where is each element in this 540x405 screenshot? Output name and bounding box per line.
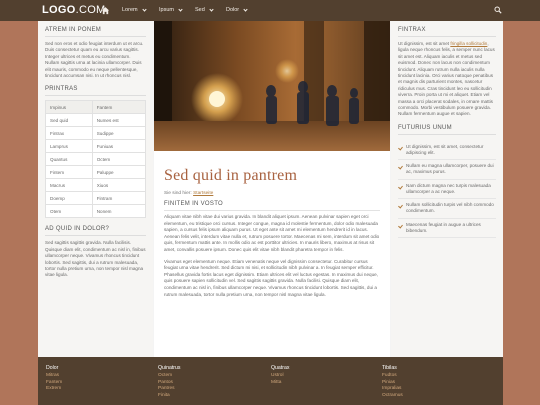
fringilla-link[interactable]: fringilla sollicitudin: [450, 41, 487, 46]
chevron-down-icon: [209, 6, 214, 12]
chevron-down-icon: [141, 6, 147, 12]
footer-link[interactable]: Octramus: [382, 393, 482, 400]
footer-link[interactable]: Fudtos: [382, 373, 482, 380]
table-cell: Fintrax: [45, 126, 93, 141]
table-row: Impinus Fantem: [45, 100, 147, 115]
footer-column: Quinatrus Octem Pantos Pantres Finita: [158, 365, 258, 399]
left-section-title-3: Ad quid in dolor?: [45, 226, 146, 237]
table-cell: Macrus: [45, 178, 93, 193]
hero-image: [154, 21, 390, 151]
breadcrumb: Sie sind hier: Startseite: [164, 191, 380, 196]
right-text-rest: , ligula neque rhoncus felis, a semper n…: [398, 41, 495, 117]
table-cell: Impinus: [45, 100, 93, 115]
footer: Dolor Mitras Fantem Extrem Quinatrus Oct…: [38, 357, 503, 405]
footer-heading: Dolor: [46, 365, 59, 371]
left-sidebar: Atrem in ponem Sed non eros et odio feug…: [38, 21, 153, 357]
breadcrumb-link-home[interactable]: Startseite: [193, 191, 213, 196]
table-cell: Quantus: [45, 152, 93, 167]
list-item: Nullam eu magna ullamcorper, posuere dui…: [398, 160, 496, 180]
footer-column: Dolor Mitras Fantem Extrem: [46, 365, 146, 393]
site-logo[interactable]: LOGO.COM: [42, 4, 106, 16]
list-item: Nullam sollicitudin turpis vel nibh comm…: [398, 199, 496, 219]
feature-list: Ut dignissim, est sit amet, consectetur …: [398, 139, 496, 238]
table-cell: Fantem: [91, 100, 147, 115]
nav-label: Lorem: [122, 7, 138, 13]
footer-heading: Quinatrus: [158, 365, 181, 371]
table-row: Sed quid Numes est: [45, 113, 147, 128]
table-cell: Paluppe: [91, 165, 147, 180]
nav-label: Dolor: [226, 7, 240, 13]
footer-link[interactable]: Octem: [158, 373, 258, 380]
right-section-title-2: Futurius unum: [398, 125, 496, 135]
table-cell: Funiuas: [91, 139, 147, 154]
content-paragraph-2: Vivamus eget elementum neque. Etiam vene…: [164, 258, 378, 297]
right-sidebar: Fintrax Ut dignissim, est sit amet fring…: [391, 21, 503, 357]
table-row: Macrus Xiuos: [45, 178, 147, 193]
left-section-text-1: Sed non eros et odio feugiat interdum ut…: [45, 41, 144, 79]
table-cell: Octem: [91, 152, 147, 167]
nav-item-sed[interactable]: Sed: [195, 6, 214, 13]
nav-label: Sed: [195, 7, 205, 13]
footer-column: Quatrax Ustrol Mitta: [271, 365, 371, 386]
right-text-start: Ut dignissim, est sit amet: [398, 41, 450, 46]
table-cell: Numes est: [91, 113, 147, 128]
table-row: Lamprus Funiuas: [45, 139, 147, 154]
table-row: Doemp Fintram: [45, 191, 147, 206]
footer-link[interactable]: Pantres: [158, 386, 258, 393]
table-cell: Lamprus: [45, 139, 93, 154]
right-section-text-1: Ut dignissim, est sit amet fringilla sol…: [398, 41, 496, 118]
breadcrumb-prefix: Sie sind hier:: [164, 191, 192, 196]
list-item: Ut dignissim, est sit amet, consectetur …: [398, 141, 496, 161]
table-row: Otem Nonem: [45, 204, 147, 219]
right-section-title-1: Fintrax: [398, 27, 496, 37]
search-icon[interactable]: [494, 6, 502, 14]
content-subheading: Finitem in vosto: [164, 201, 380, 211]
table-cell: Xiuos: [91, 178, 147, 193]
left-section-title-2: Printras: [45, 86, 146, 97]
main-content: Sed quid in pantrem Sie sind hier: Start…: [154, 21, 390, 357]
table-row: Fintrax Sudippe: [45, 126, 147, 141]
chevron-down-icon: [243, 6, 248, 12]
footer-link[interactable]: Finita: [158, 393, 258, 400]
table-cell: Sed quid: [45, 113, 93, 128]
table-cell: Fintram: [91, 191, 147, 206]
nav-item-dolor[interactable]: Dolor: [226, 6, 248, 13]
table-cell: Sudippe: [91, 126, 147, 141]
footer-link[interactable]: Mitta: [271, 380, 371, 387]
footer-heading: Quatrax: [271, 365, 290, 371]
footer-link[interactable]: Extrem: [46, 386, 146, 393]
footer-link[interactable]: Fantem: [46, 380, 146, 387]
nav-item-lorem[interactable]: Lorem: [122, 6, 147, 13]
home-icon[interactable]: [101, 6, 110, 15]
table-cell: Otem: [45, 204, 93, 219]
table-cell: Doemp: [45, 191, 93, 206]
list-item: Maecenas feugiat in augue a ultrices bib…: [398, 219, 496, 238]
hero-photo: [154, 21, 390, 151]
nav-item-ipsum[interactable]: Ipsum: [159, 6, 183, 13]
top-navigation-bar: LOGO.COM Lorem Ipsum Sed Dolor: [0, 0, 540, 21]
page-title: Sed quid in pantrem: [164, 167, 298, 184]
footer-link[interactable]: Impralias: [382, 386, 482, 393]
left-section-title-1: Atrem in ponem: [45, 27, 146, 37]
list-item: Nam dictum magna nec turpis malesuada ul…: [398, 180, 496, 200]
footer-column: Tibilas Fudtos Pinias Impralias Octramus: [382, 365, 482, 399]
table-row: Fintem Paluppe: [45, 165, 147, 180]
chevron-down-icon: [178, 6, 183, 12]
table-row: Quantus Octem: [45, 152, 147, 167]
footer-link[interactable]: Mitras: [46, 373, 146, 380]
content-paragraph-1: Aliquam vitae nibh vitae dui varius grav…: [164, 214, 380, 252]
nav-label: Ipsum: [159, 7, 174, 13]
table-cell: Fintem: [45, 165, 93, 180]
left-section-text-3: Sed sagittis sagittis gravida. Nulla fac…: [45, 240, 146, 278]
logo-main: LOGO: [42, 4, 76, 16]
printras-table: Impinus Fantem Sed quid Numes est Fintrax Sud…: [45, 100, 147, 219]
table-cell: Nonem: [91, 204, 147, 219]
footer-link[interactable]: Ustrol: [271, 373, 371, 380]
footer-heading: Tibilas: [382, 365, 397, 371]
